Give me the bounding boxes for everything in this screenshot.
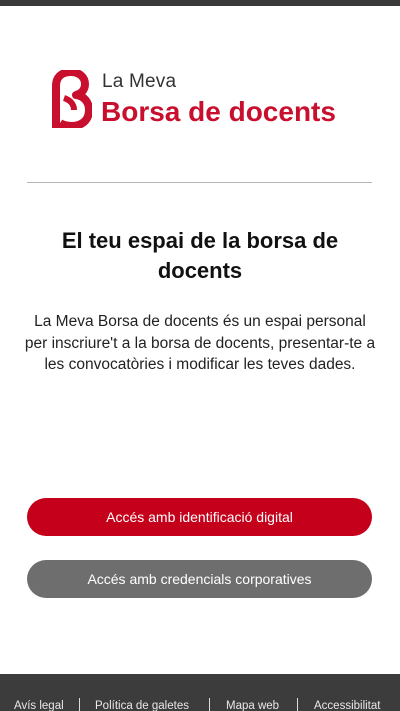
footer-separator bbox=[79, 698, 80, 711]
footer-links: Avís legal Política de galetes Mapa web … bbox=[0, 698, 400, 711]
corporate-credentials-login-button[interactable]: Accés amb credencials corporatives bbox=[27, 560, 372, 598]
beta-b-logo-icon bbox=[52, 70, 92, 128]
login-page: La Meva Borsa de docents El teu espai de… bbox=[0, 0, 400, 711]
brand-small-text: La Meva bbox=[102, 71, 177, 92]
brand-logo: La Meva Borsa de docents bbox=[50, 68, 370, 130]
footer-separator bbox=[297, 698, 298, 711]
footer-link-sitemap[interactable]: Mapa web bbox=[226, 700, 279, 711]
page-description: La Meva Borsa de docents és un espai per… bbox=[24, 313, 376, 373]
footer: Avís legal Política de galetes Mapa web … bbox=[0, 674, 400, 711]
digital-id-login-button[interactable]: Accés amb identificació digital bbox=[27, 498, 372, 536]
footer-link-cookies[interactable]: Política de galetes bbox=[95, 700, 189, 711]
brand-title: Borsa de docents bbox=[101, 96, 336, 127]
top-bar bbox=[0, 0, 400, 6]
footer-separator bbox=[209, 698, 210, 711]
page-title: El teu espai de la borsa de docents bbox=[61, 228, 339, 283]
header-divider bbox=[27, 182, 372, 183]
footer-link-legal[interactable]: Avís legal bbox=[14, 700, 64, 711]
footer-link-accessibility[interactable]: Accessibilitat bbox=[314, 700, 380, 711]
